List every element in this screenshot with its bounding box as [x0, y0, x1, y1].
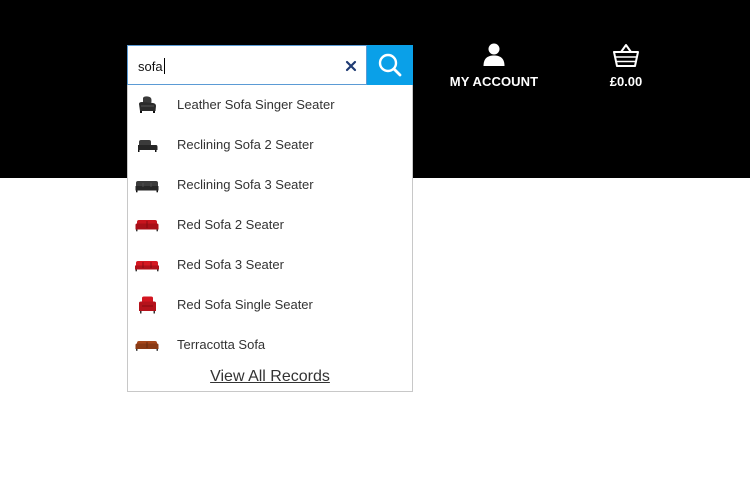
basket-icon [613, 44, 639, 67]
dark-sofa-thumbnail [135, 181, 159, 193]
suggestion-item[interactable]: Terracotta Sofa [128, 325, 412, 365]
view-all-records-link[interactable]: View All Records [128, 368, 412, 386]
search-button[interactable] [367, 45, 413, 85]
suggestion-item[interactable]: Red Sofa 3 Seater [128, 245, 412, 285]
suggestion-label: Reclining Sofa 2 Seater [177, 137, 314, 152]
red-sofa-thumbnail [135, 261, 159, 272]
suggestion-label: Leather Sofa Singer Seater [177, 97, 335, 112]
user-icon [483, 43, 505, 66]
basket-link[interactable]: £0.00 [596, 40, 656, 92]
red-armchair-thumbnail [139, 296, 156, 314]
suggestion-item[interactable]: Reclining Sofa 2 Seater [128, 125, 412, 165]
my-account-link[interactable]: MY ACCOUNT [446, 40, 542, 92]
suggestion-item[interactable]: Red Sofa 2 Seater [128, 205, 412, 245]
suggestion-item[interactable]: Leather Sofa Singer Seater [128, 85, 412, 125]
suggestion-item[interactable]: Reclining Sofa 3 Seater [128, 165, 412, 205]
search-icon [378, 53, 402, 77]
dark-sofa-thumbnail [138, 140, 158, 152]
close-icon [345, 60, 357, 72]
text-caret [163, 58, 165, 74]
search-suggestions-dropdown: Leather Sofa Singer Seater Reclining Sof… [127, 85, 413, 392]
clear-search-button[interactable] [341, 56, 361, 76]
basket-total: £0.00 [609, 74, 643, 89]
search-input[interactable] [138, 56, 333, 76]
suggestion-label: Red Sofa Single Seater [177, 297, 313, 312]
recliner-chair-thumbnail [139, 96, 156, 113]
suggestion-item[interactable]: Red Sofa Single Seater [128, 285, 412, 325]
suggestion-label: Terracotta Sofa [177, 337, 266, 352]
red-sofa-thumbnail [135, 220, 159, 232]
suggestion-label: Reclining Sofa 3 Seater [177, 177, 314, 192]
terracotta-sofa-thumbnail [135, 341, 159, 351]
search-box [127, 45, 367, 85]
suggestion-label: Red Sofa 3 Seater [177, 257, 284, 272]
suggestion-label: Red Sofa 2 Seater [177, 217, 284, 232]
my-account-label: MY ACCOUNT [449, 74, 539, 89]
